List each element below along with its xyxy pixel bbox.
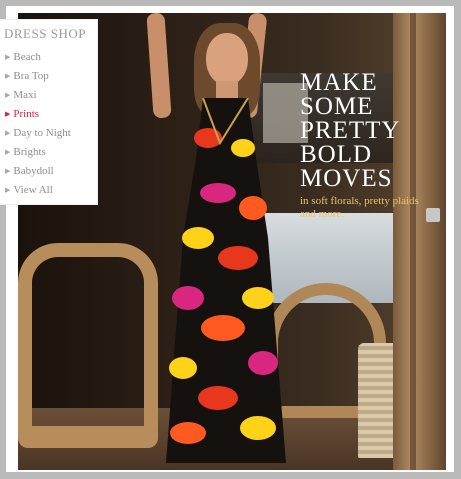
headline-line: BOLD xyxy=(300,141,373,168)
menu-item-label: Prints xyxy=(13,108,40,120)
maxi-dress-print xyxy=(166,98,286,463)
menu-item-brights[interactable]: ▶ Brights xyxy=(0,143,97,162)
menu-list: ▶ Beach ▶ Bra Top ▶ Maxi ▶ Prints ▶ Day to Ni… xyxy=(0,48,97,200)
menu-item-prints[interactable]: ▶ Prints xyxy=(0,105,97,124)
menu-item-day-to-night[interactable]: ▶ Day to Night xyxy=(0,124,97,143)
menu-item-view-all[interactable]: ▶ View All xyxy=(0,181,97,200)
triangle-right-icon: ▶ xyxy=(5,186,11,194)
model-face xyxy=(206,33,248,85)
woven-basket xyxy=(358,343,398,458)
wooden-chair-left xyxy=(18,243,158,448)
triangle-right-icon: ▶ xyxy=(5,129,11,137)
menu-item-maxi[interactable]: ▶ Maxi xyxy=(0,86,97,105)
triangle-right-icon: ▶ xyxy=(5,167,11,175)
headline-line: MAKE xyxy=(300,69,378,96)
promo-copy[interactable]: MAKE SOME PRETTY BOLD MOVES in soft flor… xyxy=(300,69,430,221)
menu-item-label: View All xyxy=(13,184,53,196)
menu-item-babydoll[interactable]: ▶ Babydoll xyxy=(0,162,97,181)
headline-line: PRETTY xyxy=(300,117,401,144)
triangle-right-icon: ▶ xyxy=(5,53,11,61)
menu-item-label: Brights xyxy=(13,146,46,158)
menu-item-label: Babydoll xyxy=(13,165,54,177)
menu-item-label: Bra Top xyxy=(13,70,49,82)
menu-item-bra-top[interactable]: ▶ Bra Top xyxy=(0,67,97,86)
promo-subtext: in soft florals, pretty plaids and more. xyxy=(300,195,419,220)
dress-shop-menu: DRESS SHOP ▶ Beach ▶ Bra Top ▶ Maxi ▶ Prints… xyxy=(0,20,97,204)
menu-item-label: Day to Night xyxy=(13,127,71,139)
headline-line: SOME xyxy=(300,93,374,120)
triangle-right-icon: ▶ xyxy=(5,72,11,80)
menu-item-beach[interactable]: ▶ Beach xyxy=(0,48,97,67)
triangle-right-icon: ▶ xyxy=(5,91,11,99)
headline-line: MOVES xyxy=(300,165,393,192)
triangle-right-icon: ▶ xyxy=(5,110,11,118)
menu-item-label: Beach xyxy=(13,51,41,63)
menu-item-label: Maxi xyxy=(13,89,37,101)
menu-title: DRESS SHOP xyxy=(4,26,86,41)
triangle-right-icon: ▶ xyxy=(5,148,11,156)
